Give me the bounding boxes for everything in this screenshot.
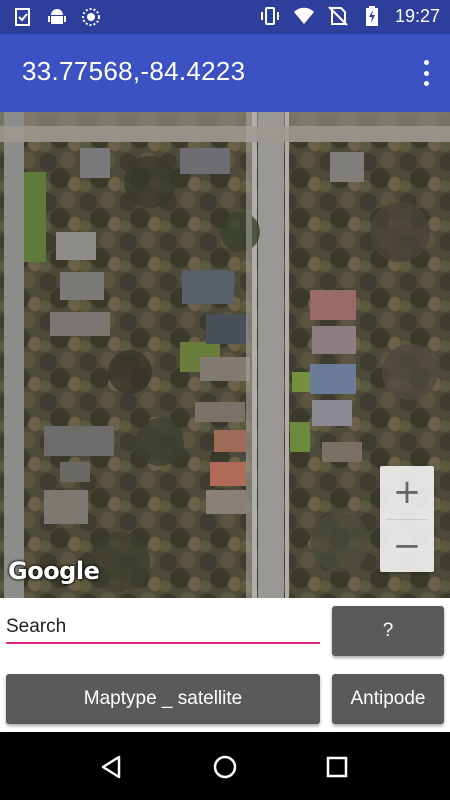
app-bar: 33.77568,-84.4223 (0, 34, 450, 112)
recents-icon[interactable] (322, 752, 352, 782)
no-sim-icon (327, 5, 349, 27)
antipode-button[interactable]: Antipode (332, 674, 444, 724)
status-left-icons (12, 6, 102, 28)
status-time: 19:27 (394, 6, 440, 26)
zoom-out-button[interactable]: − (380, 520, 434, 572)
vibrate-icon (259, 5, 281, 27)
maptype-button[interactable]: Maptype _ satellite (6, 674, 320, 724)
google-attribution: Google (8, 557, 100, 585)
wifi-icon (293, 5, 315, 27)
navigation-bar (0, 732, 450, 800)
clipboard-check-icon (12, 6, 34, 28)
back-icon[interactable] (97, 752, 127, 782)
coordinates-title: 33.77568,-84.4223 (22, 56, 246, 86)
status-right-icons: 19:27 (259, 5, 440, 27)
battery-charging-icon (361, 5, 383, 27)
search-input[interactable]: Search (6, 616, 66, 638)
zoom-control: + − (380, 466, 434, 572)
zoom-in-button[interactable]: + (380, 466, 434, 518)
more-vert-icon[interactable] (420, 60, 432, 86)
search-underline (6, 642, 320, 644)
help-button[interactable]: ? (332, 606, 444, 656)
status-bar: 19:27 (0, 0, 450, 34)
home-icon[interactable] (210, 752, 240, 782)
android-icon (46, 6, 68, 28)
circle-pattern-icon (80, 6, 102, 28)
